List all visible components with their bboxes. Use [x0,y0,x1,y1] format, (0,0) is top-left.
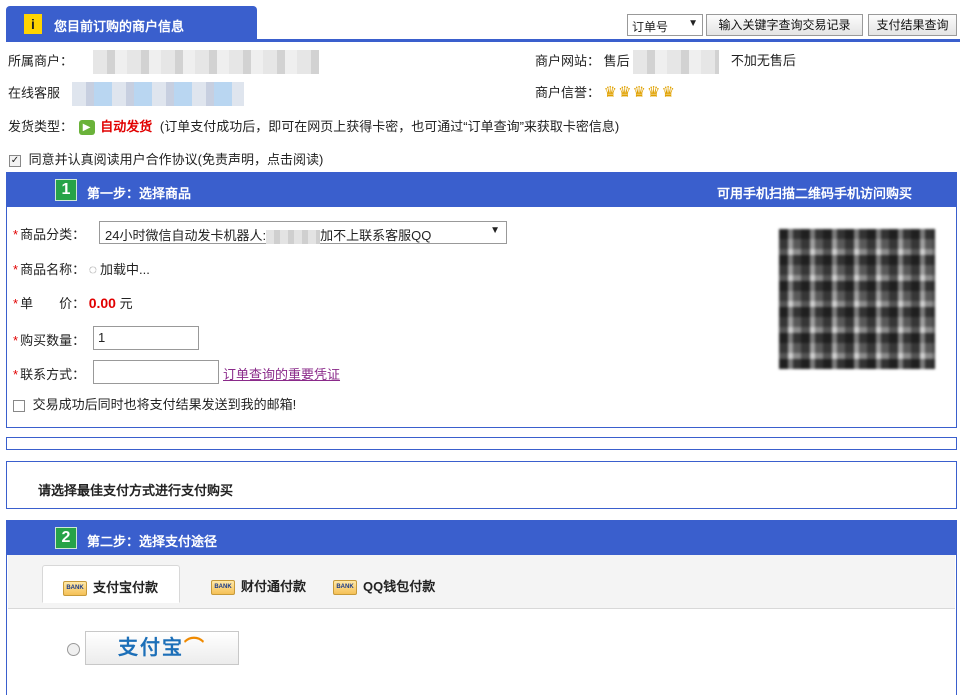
agreement-row[interactable]: ✓ 同意并认真阅读用户合作协议(免责声明，点击阅读) [9,149,323,168]
merchant-credit-label: 商户信誉： [535,85,601,100]
required-marker: * [13,333,19,348]
alipay-radio[interactable] [67,643,80,656]
email-result-checkbox[interactable] [13,399,25,412]
shipping-type-label: 发货类型： [8,119,74,134]
qr-hint: 可用手机扫描二维码手机访问购买 [716,186,912,201]
alipay-logo-text: 支付宝 [118,637,184,659]
payment-tabs: BANK 支付宝付款 BANK 财付通付款 BANK QQ钱包付款 [8,555,955,609]
step1-panel: 1 第一步：选择商品 可用手机扫描二维码手机访问购买 * 商品分类： 24小时微信… [6,172,957,428]
merchant-owner-row: 所属商户： [8,50,319,74]
tab-tenpay-label: 财付通付款 [241,579,307,594]
merchant-info-tab: i 您目前订购的商户信息 [6,6,257,42]
step2-number: 2 [55,527,77,549]
top-bar: i 您目前订购的商户信息 订单号 ▼ 输入关键字查询交易记录 支付结果查询 [0,0,966,42]
step2-title: 第二步：选择支付途径 [87,534,218,549]
step1-header: 1 第一步：选择商品 可用手机扫描二维码手机访问购买 [7,173,956,207]
merchant-credit-row: 商户信誉： ♛♛♛♛♛ [535,82,676,101]
agreement-text[interactable]: 同意并认真阅读用户合作协议(免责声明，点击阅读) [29,152,324,167]
step2-header: 2 第二步：选择支付途径 [7,521,956,555]
bank-icon: BANK [211,580,235,596]
shipping-type-row: 发货类型： ▶ 自动发货 (订单支付成功后，即可在网页上获得卡密，也可通过“订单… [8,116,620,136]
search-type-value: 订单号 [632,20,669,34]
merchant-website-row: 商户网站： 售后 不加无售后 [535,50,796,74]
product-name-row: * 商品名称： ◌ 加载中... [13,259,150,278]
crown-icon: ♛ [647,84,661,101]
tab-qq-wallet[interactable]: BANK QQ钱包付款 [333,565,458,603]
step1-title: 第一步：选择商品 [87,186,192,201]
required-marker: * [13,227,19,242]
crown-icon: ♛ [618,84,632,101]
category-value-b: 加不上联系客服QQ [320,228,432,243]
quantity-label-wrap: * 购买数量： [13,330,85,349]
redacted-category [266,229,321,244]
merchant-owner-label: 所属商户： [8,53,74,69]
bank-icon: BANK [333,580,357,596]
loading-spinner-icon: ◌ [88,261,98,277]
dropdown-arrow-icon: ▼ [490,225,500,236]
crown-icon: ♛ [632,84,646,101]
tab-alipay-label: 支付宝付款 [93,580,159,595]
product-name-value: 加载中... [100,262,150,277]
merchant-website-prefix: 售后 [603,53,630,69]
step1-number: 1 [55,179,77,201]
redacted-merchant-name [92,50,319,74]
info-icon: i [24,14,42,34]
quantity-label: 购买数量： [20,333,86,348]
price-row: * 单 价： 0.00 元 [13,293,133,312]
online-service-label: 在线客服 [8,85,61,101]
price-value: 0.00 [88,295,116,311]
separator-bar [6,437,957,450]
tab-qq-wallet-label: QQ钱包付款 [363,579,436,594]
order-proof-link[interactable]: 订单查询的重要凭证 [223,364,340,383]
category-select[interactable]: 24小时微信自动发卡机器人: 加不上联系客服QQ ▼ [99,221,507,244]
search-type-select[interactable]: 订单号 ▼ [627,14,703,36]
crown-icon: ♛ [661,84,675,101]
category-label-wrap: * 商品分类： [13,224,85,243]
keyword-search-button[interactable]: 输入关键字查询交易记录 [706,14,863,36]
crown-icon: ♛ [603,84,618,101]
required-marker: * [13,367,19,382]
email-option-row[interactable]: 交易成功后同时也将支付结果发送到我的邮箱! [13,394,296,413]
tab-tenpay[interactable]: BANK 财付通付款 [211,565,323,603]
contact-input[interactable] [93,360,219,384]
bank-icon: BANK [63,581,87,597]
required-marker: * [13,262,19,277]
alipay-swoosh-icon: ⌒ [184,637,206,659]
qr-code-image [779,229,935,369]
merchant-info-title: 您目前订购的商户信息 [54,19,185,34]
category-value-a: 24小时微信自动发卡机器人: [105,228,267,243]
shipping-note: (订单支付成功后，即可在网页上获得卡密，也可通过“订单查询”来获取卡密信息) [159,119,620,134]
quantity-input[interactable]: 1 [93,326,199,350]
contact-label: 联系方式： [20,367,86,382]
shipping-type-value: 自动发货 [100,119,153,134]
redacted-website [633,50,720,74]
redacted-service-contact[interactable] [71,82,244,106]
choose-payment-text: 请选择最佳支付方式进行支付购买 [38,483,234,498]
dropdown-arrow-icon: ▼ [688,18,698,29]
price-label: 单 价： [20,296,86,311]
auto-ship-icon: ▶ [78,120,95,136]
tab-alipay[interactable]: BANK 支付宝付款 [42,565,180,603]
choose-payment-box: 请选择最佳支付方式进行支付购买 [6,461,957,509]
merchant-website-label: 商户网站： [535,53,601,69]
alipay-logo-button[interactable]: 支付宝⌒ [85,631,239,665]
header-divider [6,39,960,42]
product-name-label: 商品名称： [20,262,86,277]
price-unit: 元 [119,296,133,311]
merchant-website-suffix: 不加无售后 [730,53,796,69]
contact-label-wrap: * 联系方式： [13,364,85,383]
required-marker: * [13,296,19,311]
email-option-text[interactable]: 交易成功后同时也将支付结果发送到我的邮箱! [33,397,297,412]
online-service-row: 在线客服 [8,82,244,106]
step2-panel: 2 第二步：选择支付途径 BANK 支付宝付款 BANK 财付通付款 BANK QQ钱… [6,520,957,695]
agreement-checkbox[interactable]: ✓ [9,154,21,167]
category-label: 商品分类： [20,227,86,242]
payment-result-button[interactable]: 支付结果查询 [868,14,957,36]
